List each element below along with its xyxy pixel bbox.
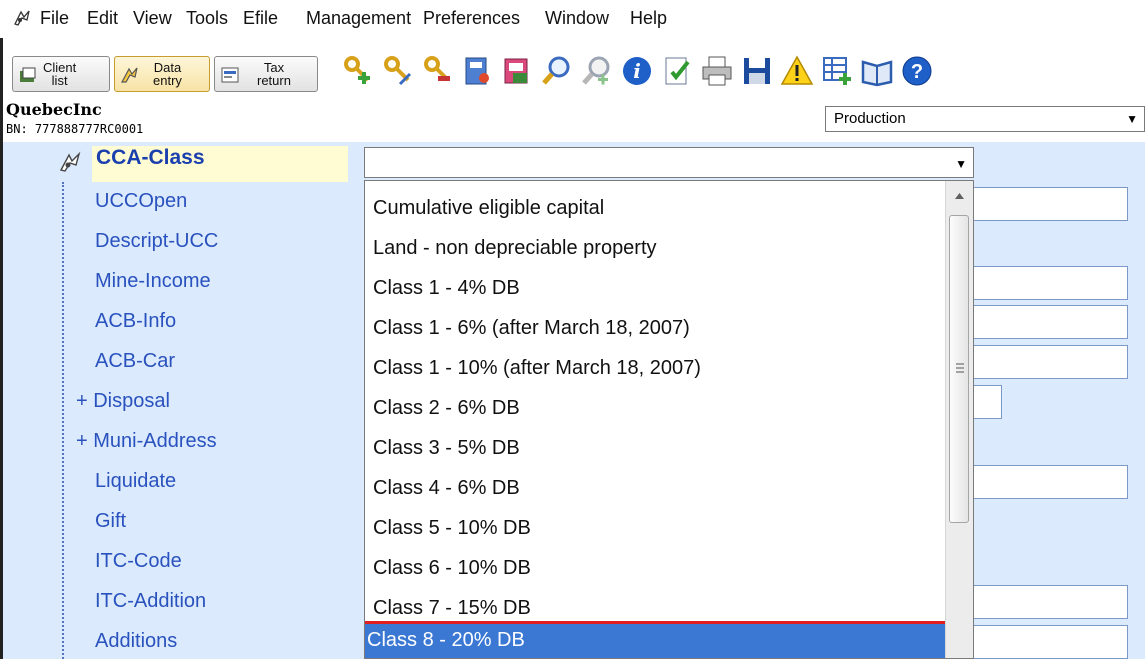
edit-key-icon[interactable] bbox=[380, 54, 414, 88]
save-icon[interactable] bbox=[740, 54, 774, 88]
tree-item-liquidate[interactable]: Liquidate bbox=[95, 470, 176, 493]
cca-class-dropdown-list[interactable]: Cumulative eligible capital Land - non d… bbox=[364, 180, 974, 659]
mode-select-value: Production bbox=[834, 110, 906, 127]
tree-item-itc-code[interactable]: ITC-Code bbox=[95, 550, 182, 573]
dropdown-option[interactable]: Cumulative eligible capital bbox=[365, 189, 946, 229]
menu-help[interactable]: Help bbox=[630, 8, 667, 29]
uccopen-input[interactable] bbox=[970, 187, 1128, 221]
menu-preferences[interactable]: Preferences bbox=[423, 8, 520, 29]
tree-item-acb-car[interactable]: ACB-Car bbox=[95, 350, 175, 373]
search-add-icon[interactable] bbox=[580, 54, 614, 88]
tree-item-descript-ucc[interactable]: Descript-UCC bbox=[95, 230, 218, 253]
scrollbar-thumb[interactable] bbox=[949, 215, 969, 523]
additions-input[interactable] bbox=[970, 625, 1128, 659]
menu-window[interactable]: Window bbox=[545, 8, 609, 29]
scroll-up-arrow-icon[interactable] bbox=[946, 181, 973, 211]
liquidate-input[interactable] bbox=[970, 465, 1128, 499]
tab-tax-return[interactable]: Tax return bbox=[214, 56, 318, 92]
data-entry-icon bbox=[120, 67, 138, 83]
dropdown-option[interactable]: Class 3 - 5% DB bbox=[365, 429, 946, 469]
print-icon[interactable] bbox=[700, 54, 734, 88]
chevron-down-icon[interactable]: ▼ bbox=[1126, 112, 1138, 126]
field-label-cca-class[interactable]: CCA-Class bbox=[96, 146, 205, 170]
tab-client-list-label: Client list bbox=[43, 60, 77, 88]
dropdown-scrollbar[interactable] bbox=[945, 181, 973, 658]
book-open-icon[interactable] bbox=[860, 54, 894, 88]
chevron-down-icon[interactable]: ▼ bbox=[955, 157, 967, 171]
svg-text:?: ? bbox=[911, 61, 923, 83]
dropdown-option[interactable]: Class 5 - 10% DB bbox=[365, 509, 946, 549]
tree-item-itc-addition[interactable]: ITC-Addition bbox=[95, 590, 206, 613]
tab-data-entry-label: Data entry bbox=[153, 60, 182, 88]
cca-class-combobox[interactable]: ▼ bbox=[364, 147, 974, 178]
grid-add-icon[interactable] bbox=[820, 54, 854, 88]
info-icon[interactable]: i bbox=[620, 54, 654, 88]
acb-info-input[interactable] bbox=[970, 305, 1128, 339]
dropdown-option[interactable]: Class 6 - 10% DB bbox=[365, 549, 946, 589]
tree-item-uccopen[interactable]: UCCOpen bbox=[95, 190, 187, 213]
tab-data-entry[interactable]: Data entry bbox=[114, 56, 210, 92]
tree-item-acb-info[interactable]: ACB-Info bbox=[95, 310, 176, 333]
mode-select[interactable]: Production ▼ bbox=[825, 106, 1145, 132]
acb-car-input[interactable] bbox=[970, 345, 1128, 379]
client-list-icon bbox=[20, 67, 36, 82]
disposal-input[interactable] bbox=[970, 385, 1002, 419]
app-logo-icon bbox=[14, 10, 30, 26]
help-icon[interactable]: ? bbox=[900, 54, 934, 88]
dropdown-option[interactable]: Class 2 - 6% DB bbox=[365, 389, 946, 429]
itc-addition-input[interactable] bbox=[970, 585, 1128, 619]
svg-text:i: i bbox=[633, 59, 641, 83]
tree-item-muni-address[interactable]: + Muni-Address bbox=[76, 430, 217, 453]
remove-key-icon[interactable] bbox=[420, 54, 454, 88]
menu-tools[interactable]: Tools bbox=[186, 8, 228, 29]
tree-item-additions[interactable]: Additions bbox=[95, 630, 177, 653]
client-business-number: BN: 777888777RC0001 bbox=[6, 122, 144, 136]
tree-item-mine-income[interactable]: Mine-Income bbox=[95, 270, 211, 293]
tree-connector-line bbox=[62, 182, 64, 659]
menu-file[interactable]: File bbox=[40, 8, 69, 29]
dropdown-option[interactable]: Class 4 - 6% DB bbox=[365, 469, 946, 509]
document-check-icon[interactable] bbox=[660, 54, 694, 88]
menu-bar: File Edit View Tools Efile Management Pr… bbox=[0, 0, 1145, 38]
tab-tax-return-label: Tax return bbox=[257, 60, 291, 88]
mine-income-input[interactable] bbox=[970, 266, 1128, 300]
add-key-icon[interactable] bbox=[340, 54, 374, 88]
calendar-book-icon[interactable] bbox=[500, 54, 534, 88]
menu-edit[interactable]: Edit bbox=[87, 8, 118, 29]
dropdown-option[interactable]: Class 1 - 6% (after March 18, 2007) bbox=[365, 309, 946, 349]
tax-return-icon bbox=[221, 67, 239, 83]
dropdown-option-highlighted[interactable]: Class 8 - 20% DB bbox=[365, 621, 949, 658]
menu-efile[interactable]: Efile bbox=[243, 8, 278, 29]
dropdown-option[interactable]: Land - non depreciable property bbox=[365, 229, 946, 269]
book-icon[interactable] bbox=[460, 54, 494, 88]
scroll-grip-icon bbox=[956, 363, 964, 373]
search-icon[interactable] bbox=[540, 54, 574, 88]
dropdown-option[interactable]: Class 1 - 10% (after March 18, 2007) bbox=[365, 349, 946, 389]
client-name: QuebecInc bbox=[6, 100, 102, 119]
tree-item-disposal[interactable]: + Disposal bbox=[76, 390, 170, 413]
dropdown-option[interactable]: Class 1 - 4% DB bbox=[365, 269, 946, 309]
tree-item-gift[interactable]: Gift bbox=[95, 510, 126, 533]
warning-icon[interactable] bbox=[780, 54, 814, 88]
menu-management[interactable]: Management bbox=[306, 8, 411, 29]
field-pointer-icon bbox=[59, 151, 81, 172]
tab-client-list[interactable]: Client list bbox=[12, 56, 110, 92]
menu-view[interactable]: View bbox=[133, 8, 172, 29]
